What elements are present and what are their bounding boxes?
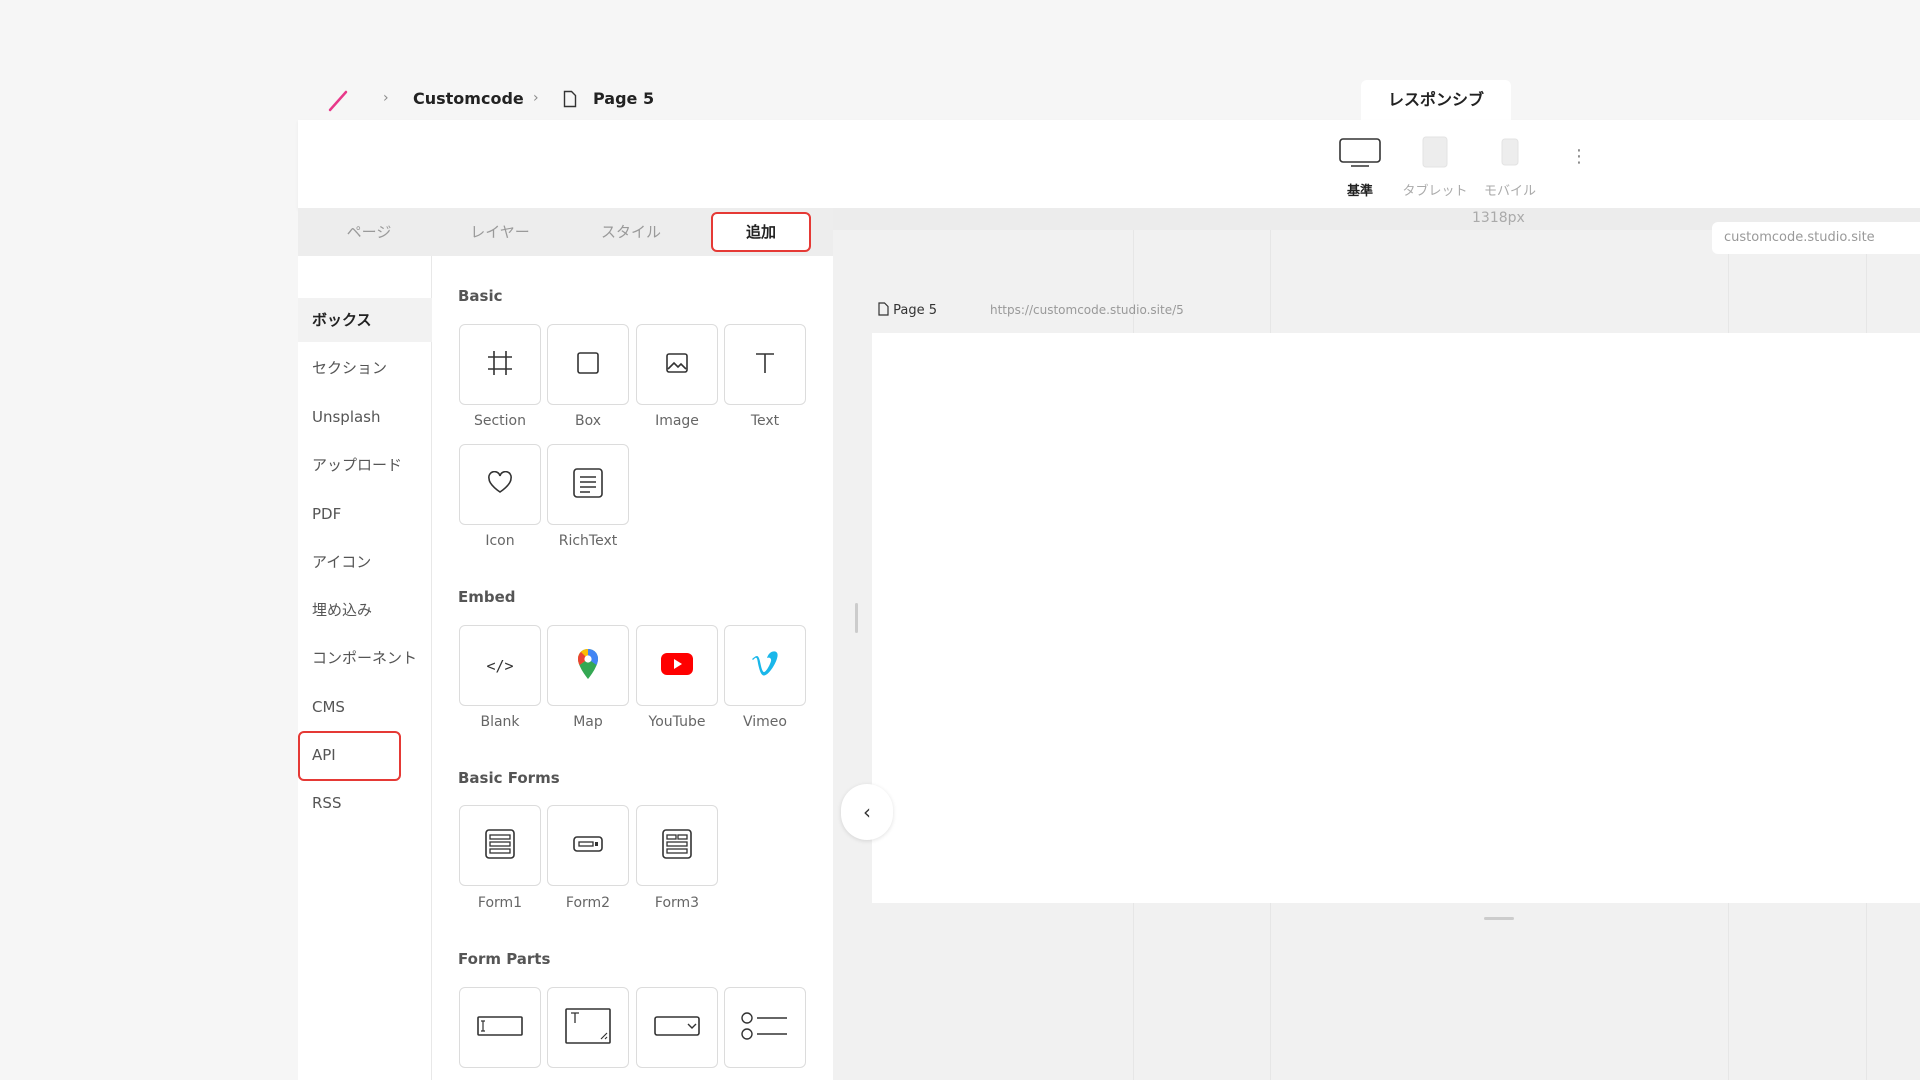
component-box[interactable] bbox=[547, 324, 629, 405]
category-section[interactable]: セクション bbox=[298, 346, 432, 390]
device-label: タブレット bbox=[1402, 184, 1468, 199]
component-label: Image bbox=[655, 413, 699, 429]
section-title-basic-forms: Basic Forms bbox=[458, 769, 560, 787]
component-text[interactable] bbox=[724, 324, 806, 405]
category-unsplash[interactable]: Unsplash bbox=[298, 395, 432, 439]
component-label: Blank bbox=[480, 714, 520, 730]
tab-page[interactable]: ページ bbox=[319, 212, 419, 252]
component-blank[interactable]: </> bbox=[459, 625, 541, 706]
category-box[interactable]: ボックス bbox=[298, 298, 432, 342]
form2-icon bbox=[573, 835, 603, 857]
component-map[interactable] bbox=[547, 625, 629, 706]
section-title-form-parts: Form Parts bbox=[458, 950, 551, 968]
tab-add[interactable]: 追加 bbox=[711, 212, 811, 252]
category-icon[interactable]: アイコン bbox=[298, 540, 432, 584]
component-form2[interactable] bbox=[547, 805, 629, 886]
tab-style[interactable]: スタイル bbox=[581, 212, 681, 252]
category-pdf[interactable]: PDF bbox=[298, 492, 432, 536]
frame-icon bbox=[487, 350, 513, 380]
component-richtext[interactable] bbox=[547, 444, 629, 525]
form3-icon bbox=[662, 828, 692, 863]
breadcrumb-page[interactable]: Page 5 bbox=[593, 89, 654, 108]
section-title-basic: Basic bbox=[458, 287, 503, 305]
studio-logo-icon[interactable] bbox=[328, 90, 348, 112]
category-component[interactable]: コンポーネント bbox=[298, 636, 432, 680]
device-tablet-button[interactable]: タブレット bbox=[1395, 136, 1475, 199]
tab-layer[interactable]: レイヤー bbox=[450, 212, 550, 252]
device-label: モバイル bbox=[1483, 184, 1536, 199]
component-image[interactable] bbox=[636, 324, 718, 405]
component-label: Text bbox=[750, 413, 780, 429]
canvas-page-name: Page 5 bbox=[893, 303, 938, 318]
category-cms[interactable]: CMS bbox=[298, 685, 432, 729]
form1-icon bbox=[485, 828, 515, 863]
top-bar bbox=[298, 80, 1920, 120]
component-select[interactable] bbox=[636, 987, 718, 1068]
device-label: 基準 bbox=[1346, 184, 1373, 199]
text-icon bbox=[753, 351, 777, 379]
component-youtube[interactable] bbox=[636, 625, 718, 706]
responsive-tab[interactable]: レスポンシブ bbox=[1361, 80, 1511, 120]
chevron-left-icon: ‹ bbox=[863, 800, 871, 824]
square-icon bbox=[576, 351, 600, 379]
component-label: Form3 bbox=[654, 895, 700, 911]
category-upload[interactable]: アップロード bbox=[298, 443, 432, 487]
collapse-panel-button[interactable]: ‹ bbox=[841, 784, 893, 840]
desktop-icon bbox=[1320, 136, 1400, 172]
section-title-embed: Embed bbox=[458, 588, 516, 606]
document-icon bbox=[878, 302, 889, 316]
component-label: YouTube bbox=[648, 714, 706, 730]
heart-icon bbox=[487, 470, 513, 499]
code-icon: </> bbox=[486, 656, 514, 675]
tablet-icon bbox=[1395, 136, 1475, 172]
chevron-right-icon: › bbox=[533, 90, 539, 106]
page-artboard[interactable] bbox=[872, 333, 1920, 903]
component-label: Icon bbox=[485, 533, 515, 549]
highlight-outline bbox=[298, 731, 401, 781]
panel-resize-handle[interactable] bbox=[855, 603, 858, 633]
component-radio[interactable] bbox=[724, 987, 806, 1068]
map-pin-icon bbox=[576, 648, 600, 684]
component-input[interactable] bbox=[459, 987, 541, 1068]
mobile-icon bbox=[1470, 136, 1550, 172]
component-textarea[interactable] bbox=[547, 987, 629, 1068]
component-label: Map bbox=[573, 714, 603, 730]
canvas-page-label[interactable]: Page 5 bbox=[878, 302, 937, 318]
image-icon bbox=[665, 351, 689, 379]
site-domain: customcode.studio.site bbox=[1712, 222, 1920, 254]
radio-list-icon bbox=[741, 1010, 789, 1046]
component-label: Vimeo bbox=[743, 714, 787, 730]
device-desktop-button[interactable]: 基準 bbox=[1320, 136, 1400, 199]
category-embed[interactable]: 埋め込み bbox=[298, 588, 432, 632]
component-form1[interactable] bbox=[459, 805, 541, 886]
canvas-page-url[interactable]: https://customcode.studio.site/5 bbox=[990, 303, 1184, 317]
component-form3[interactable] bbox=[636, 805, 718, 886]
richtext-icon bbox=[573, 467, 603, 502]
vimeo-icon bbox=[750, 650, 780, 681]
component-label: Box bbox=[574, 413, 602, 429]
more-vertical-icon[interactable]: ⋮ bbox=[1570, 148, 1588, 166]
component-section[interactable] bbox=[459, 324, 541, 405]
document-icon bbox=[563, 90, 577, 112]
select-dropdown-icon bbox=[654, 1015, 700, 1041]
component-label: Form1 bbox=[477, 895, 523, 911]
device-toolbar bbox=[298, 120, 1920, 208]
component-label: Form2 bbox=[565, 895, 611, 911]
textarea-icon bbox=[565, 1007, 611, 1048]
breadcrumb-project[interactable]: Customcode bbox=[413, 89, 524, 108]
canvas-width-label: 1318px bbox=[1472, 210, 1525, 226]
youtube-icon bbox=[661, 652, 693, 680]
device-mobile-button[interactable]: モバイル bbox=[1470, 136, 1550, 199]
chevron-right-icon: › bbox=[383, 90, 389, 106]
input-field-icon bbox=[477, 1015, 523, 1041]
component-vimeo[interactable] bbox=[724, 625, 806, 706]
artboard-resize-handle[interactable] bbox=[1484, 917, 1514, 920]
component-label: RichText bbox=[558, 533, 618, 549]
component-icon[interactable] bbox=[459, 444, 541, 525]
component-label: Section bbox=[473, 413, 526, 429]
category-rss[interactable]: RSS bbox=[298, 781, 432, 825]
